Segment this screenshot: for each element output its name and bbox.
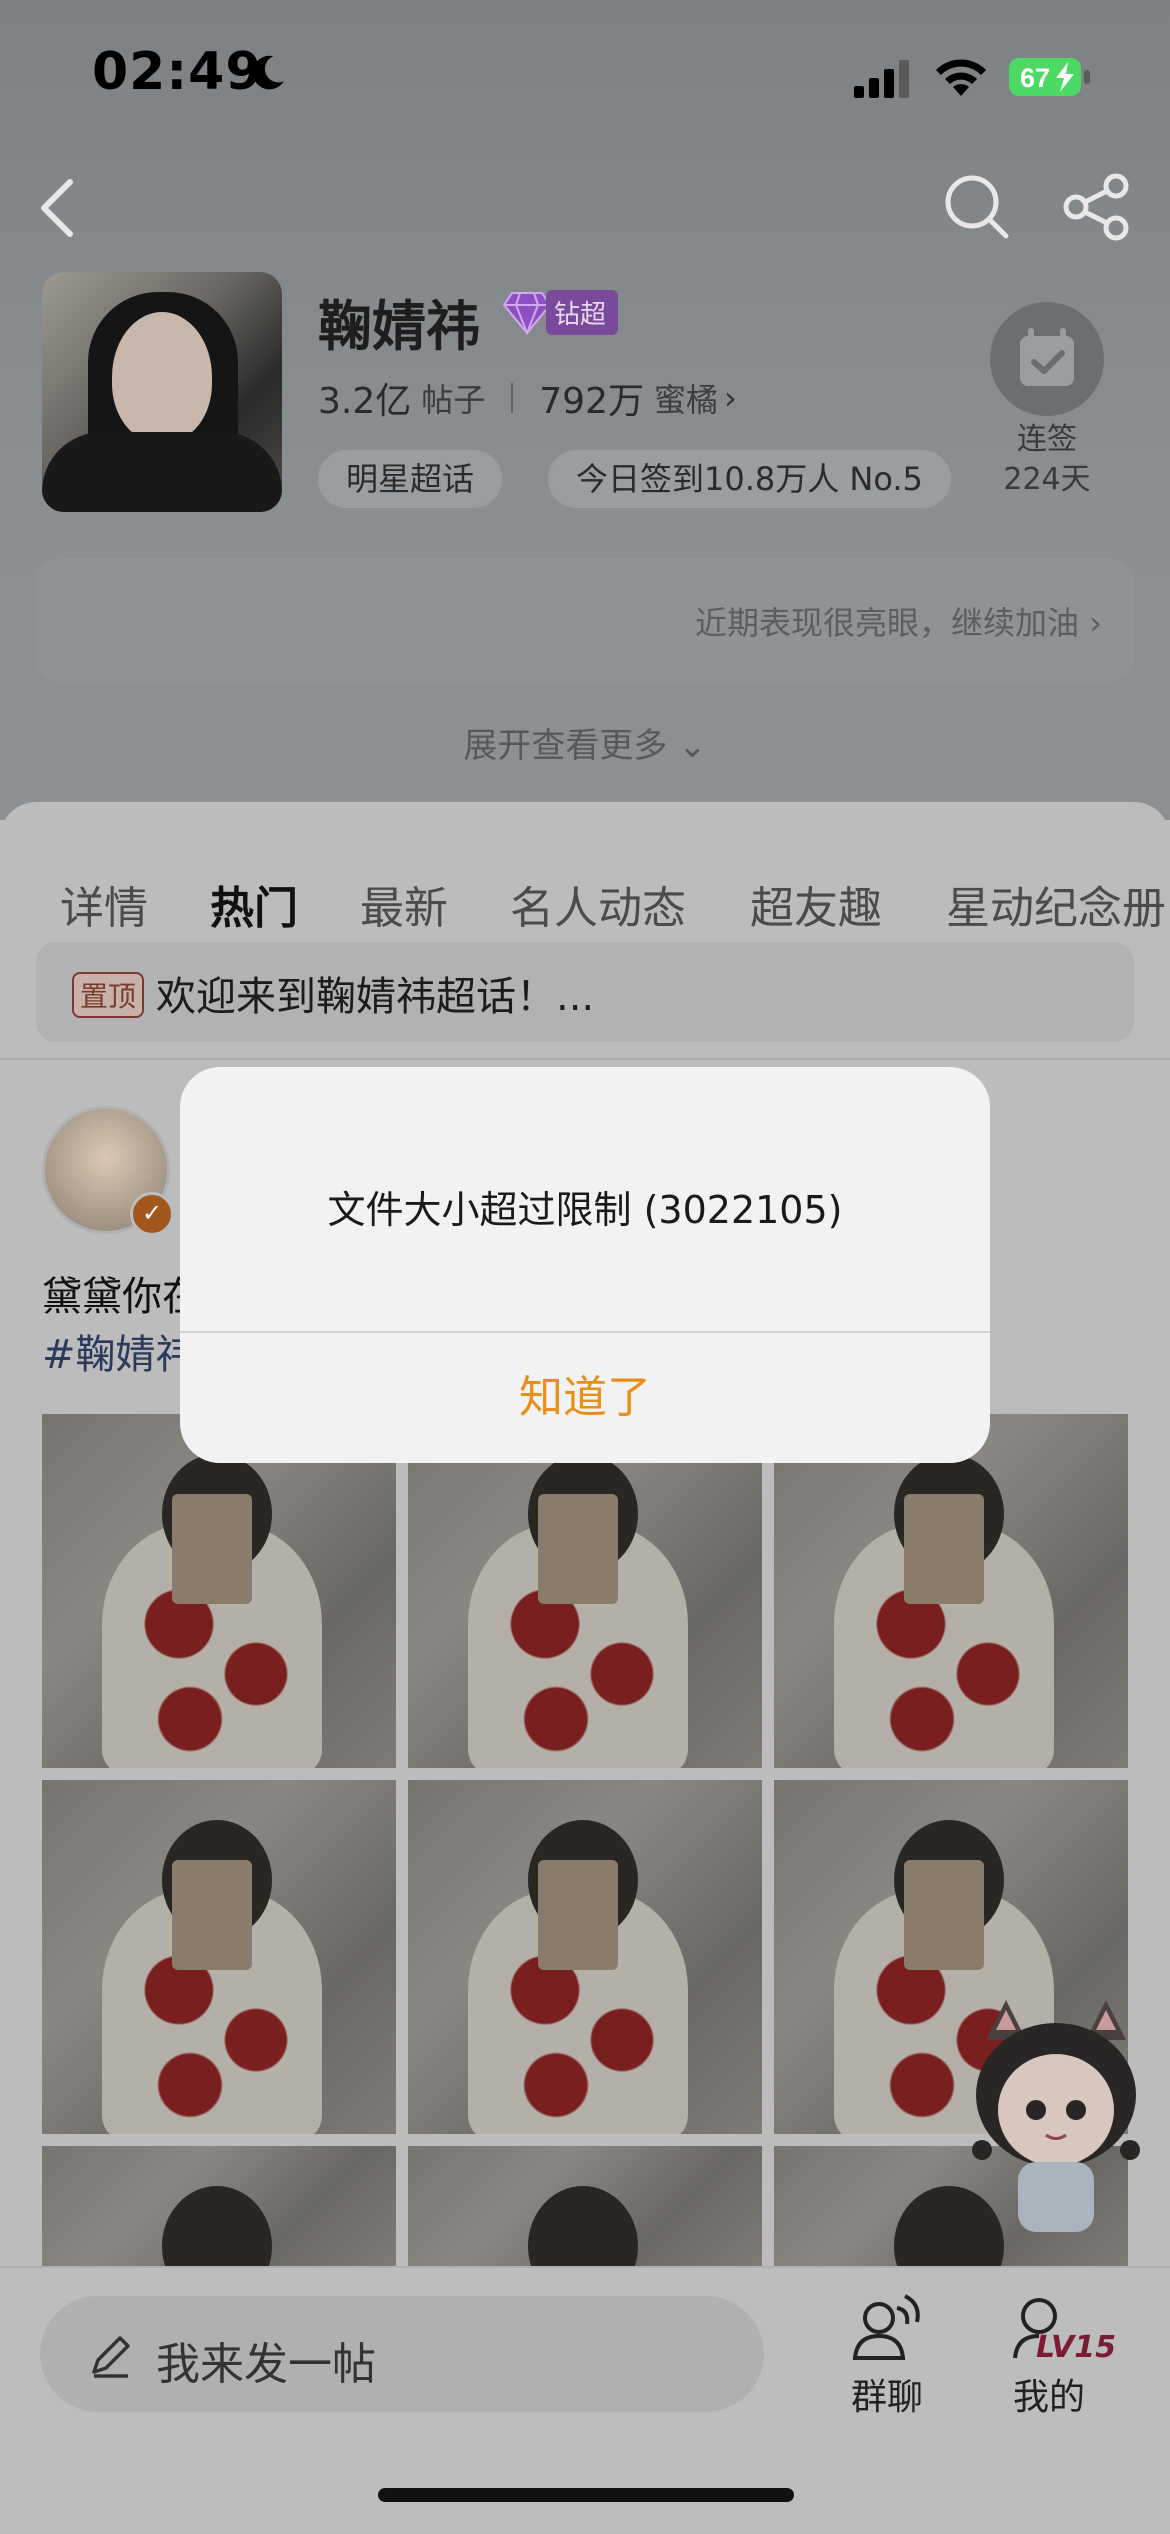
- post-text: 黛黛你在: [42, 1274, 202, 1320]
- pinned-text: 欢迎来到鞠婧祎超话！...: [156, 974, 595, 1020]
- post-image[interactable]: [408, 2146, 762, 2266]
- calendar-check-icon: [1020, 328, 1074, 386]
- post-image[interactable]: [408, 1780, 762, 2134]
- chevron-down-icon: ⌄: [678, 726, 707, 766]
- back-arrow-icon[interactable]: [26, 168, 90, 248]
- topic-name: 鞠婧祎: [318, 295, 480, 358]
- post-image[interactable]: [42, 1780, 396, 2134]
- signal-icon: [854, 60, 909, 98]
- search-icon[interactable]: [940, 170, 1014, 244]
- tag-star-topic[interactable]: 明星超话: [318, 450, 503, 508]
- post-image[interactable]: [42, 1414, 396, 1768]
- group-chat-icon: [852, 2294, 920, 2360]
- topic-avatar[interactable]: [42, 272, 282, 512]
- topic-header: 02:49 67 鞠婧祎 钻超 3.2亿 帖子 792万 蜜橘 › 明星超话 今…: [0, 0, 1170, 820]
- checkin-label: 连签 224天: [990, 420, 1104, 500]
- dialog-confirm-button[interactable]: 知道了: [180, 1333, 990, 1463]
- mascot-sticker[interactable]: [956, 2000, 1156, 2250]
- badge-label: 钻超: [546, 289, 619, 335]
- compose-placeholder: 我来发一帖: [156, 2339, 376, 2390]
- battery-indicator: 67: [1008, 56, 1092, 98]
- pinned-post[interactable]: 置顶 欢迎来到鞠婧祎超话！...: [36, 942, 1134, 1042]
- fans-unit[interactable]: 蜜橘: [654, 375, 718, 421]
- divider: [0, 1058, 1170, 1060]
- diamond-icon: [502, 292, 552, 335]
- status-bar: 02:49 67: [0, 0, 1170, 150]
- chevron-right-icon[interactable]: ›: [724, 379, 737, 417]
- level-badge: LV15: [1036, 2330, 1116, 2365]
- post-image[interactable]: [408, 1414, 762, 1768]
- topic-badge[interactable]: 钻超: [502, 288, 619, 336]
- pinned-tag: 置顶: [72, 972, 145, 1018]
- posts-count: 3.2亿: [318, 381, 412, 422]
- topic-stats: 3.2亿 帖子 792万 蜜橘 ›: [318, 372, 737, 424]
- post-image[interactable]: [42, 2146, 396, 2266]
- stats-divider: [511, 383, 514, 413]
- compose-input[interactable]: 我来发一帖: [40, 2296, 764, 2412]
- performance-text: 近期表现很亮眼，继续加油 ›: [695, 604, 1102, 642]
- moon-icon: [252, 55, 284, 90]
- posts-unit: 帖子: [421, 381, 486, 419]
- post-image[interactable]: [774, 1414, 1128, 1768]
- status-time: 02:49: [92, 42, 263, 102]
- dialog-message: 文件大小超过限制 (3022105): [327, 1188, 843, 1232]
- pencil-icon: [92, 2336, 130, 2378]
- alert-dialog: 文件大小超过限制 (3022105) 知道了: [180, 1067, 990, 1463]
- tab-latest[interactable]: 最新: [360, 872, 448, 936]
- svg-text:67: 67: [1020, 63, 1050, 93]
- verified-icon: ✓: [130, 1192, 174, 1236]
- home-indicator[interactable]: [378, 2488, 794, 2502]
- checkin-days: 224天: [1003, 462, 1091, 497]
- tab-details[interactable]: 详情: [60, 872, 148, 936]
- tab-bar: 详情 热门 最新 名人动态 超友趣 星动纪念册: [0, 834, 1170, 952]
- wifi-icon: [936, 59, 986, 96]
- tab-celebrity[interactable]: 名人动态: [510, 872, 686, 936]
- share-icon[interactable]: [1060, 170, 1134, 244]
- tab-fun[interactable]: 超友趣: [750, 872, 882, 936]
- performance-banner[interactable]: 近期表现很亮眼，继续加油 ›: [36, 558, 1134, 682]
- tab-memorial[interactable]: 星动纪念册: [946, 872, 1166, 936]
- post-hashtag[interactable]: #鞠婧祎: [42, 1322, 196, 1380]
- group-chat-label: 群聊: [850, 2377, 923, 2418]
- fans-count[interactable]: 792万: [539, 372, 644, 424]
- mine-label: 我的: [1012, 2377, 1085, 2418]
- tag-checkin-rank[interactable]: 今日签到10.8万人 No.5: [548, 450, 951, 508]
- group-chat-button[interactable]: 群聊: [812, 2292, 962, 2420]
- expand-more-button[interactable]: 展开查看更多 ⌄: [0, 718, 1170, 767]
- app-screen: 02:49 67 鞠婧祎 钻超 3.2亿 帖子 792万 蜜橘 › 明星超话 今…: [0, 0, 1170, 2534]
- tab-hot[interactable]: 热门: [210, 872, 298, 936]
- checkin-button[interactable]: [990, 302, 1104, 416]
